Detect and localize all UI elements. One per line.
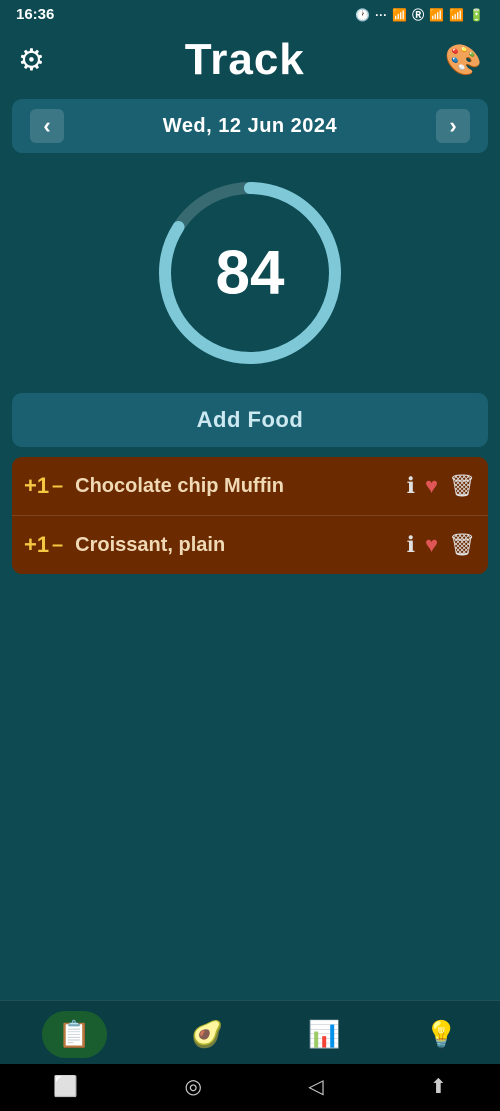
status-bar: 16:36 🕐 ··· 📶 Ⓡ 📶 📶 🔋 <box>0 0 500 27</box>
battery-icon: 🔋 <box>469 8 484 22</box>
qty-controls-1: +1 – <box>24 475 65 498</box>
bottom-nav-area: 📋 🥑 📊 💡 ⬜ ◎ ◁ ⬆ <box>0 1000 500 1111</box>
home-icon[interactable]: ◎ <box>184 1074 201 1099</box>
menu-icon[interactable]: ⬆ <box>430 1074 447 1099</box>
add-food-button[interactable]: Add Food <box>12 393 488 447</box>
food-tab-icon: 🥑 <box>191 1019 223 1050</box>
favorite-icon-2[interactable]: ♥ <box>425 532 438 558</box>
decrement-button-1[interactable]: – <box>52 475 63 498</box>
back-icon[interactable]: ◁ <box>308 1074 323 1099</box>
progress-ring-container: 84 <box>0 163 500 393</box>
info-icon-1[interactable]: ℹ <box>407 473 415 499</box>
stats-tab-icon: 📊 <box>308 1019 340 1050</box>
tips-tab-icon: 💡 <box>425 1019 457 1050</box>
delete-icon-2[interactable]: 🗑 <box>448 532 476 558</box>
increment-button-2[interactable]: +1 <box>24 534 48 556</box>
palette-icon[interactable]: 🎨 <box>445 43 482 78</box>
status-time: 16:36 <box>16 6 54 23</box>
track-tab-icon: 📋 <box>58 1019 90 1050</box>
next-date-button[interactable]: › <box>436 109 470 143</box>
increment-button-1[interactable]: +1 <box>24 475 48 497</box>
signal2-icon: 📶 <box>429 8 444 22</box>
system-bar: ⬜ ◎ ◁ ⬆ <box>0 1064 500 1111</box>
favorite-icon-1[interactable]: ♥ <box>425 473 438 499</box>
signal-icon: 📶 <box>392 8 407 22</box>
progress-ring: 84 <box>150 173 350 373</box>
bottom-tabs: 📋 🥑 📊 💡 <box>0 1000 500 1064</box>
recent-apps-icon[interactable]: ⬜ <box>53 1074 78 1099</box>
status-icons: 🕐 ··· 📶 Ⓡ 📶 📶 🔋 <box>355 6 484 23</box>
delete-icon-1[interactable]: 🗑 <box>448 473 476 499</box>
food-list: +1 – Chocolate chip Muffin ℹ ♥ 🗑 +1 – Cr… <box>12 457 488 574</box>
header: ⚙ Track 🎨 <box>0 27 500 99</box>
r-icon: Ⓡ <box>412 6 424 23</box>
tab-food[interactable]: 🥑 <box>191 1019 223 1050</box>
page-title: Track <box>185 35 305 85</box>
food-name-1: Chocolate chip Muffin <box>75 473 399 499</box>
date-label: Wed, 12 Jun 2024 <box>163 115 337 138</box>
info-icon-2[interactable]: ℹ <box>407 532 415 558</box>
table-row: +1 – Chocolate chip Muffin ℹ ♥ 🗑 <box>12 457 488 516</box>
food-actions-1: ℹ ♥ 🗑 <box>407 473 476 499</box>
tab-tips[interactable]: 💡 <box>425 1019 457 1050</box>
settings-icon[interactable]: ⚙ <box>18 43 45 78</box>
more-icon: ··· <box>375 8 387 22</box>
tab-track[interactable]: 📋 <box>42 1011 106 1058</box>
table-row: +1 – Croissant, plain ℹ ♥ 🗑 <box>12 516 488 574</box>
prev-date-button[interactable]: ‹ <box>30 109 64 143</box>
qty-controls-2: +1 – <box>24 534 65 557</box>
date-nav: ‹ Wed, 12 Jun 2024 › <box>12 99 488 153</box>
food-actions-2: ℹ ♥ 🗑 <box>407 532 476 558</box>
ring-value: 84 <box>216 238 285 309</box>
food-name-2: Croissant, plain <box>75 532 399 558</box>
alarm-icon: 🕐 <box>355 8 370 22</box>
wifi-icon: 📶 <box>449 8 464 22</box>
tab-stats[interactable]: 📊 <box>308 1019 340 1050</box>
decrement-button-2[interactable]: – <box>52 534 63 557</box>
